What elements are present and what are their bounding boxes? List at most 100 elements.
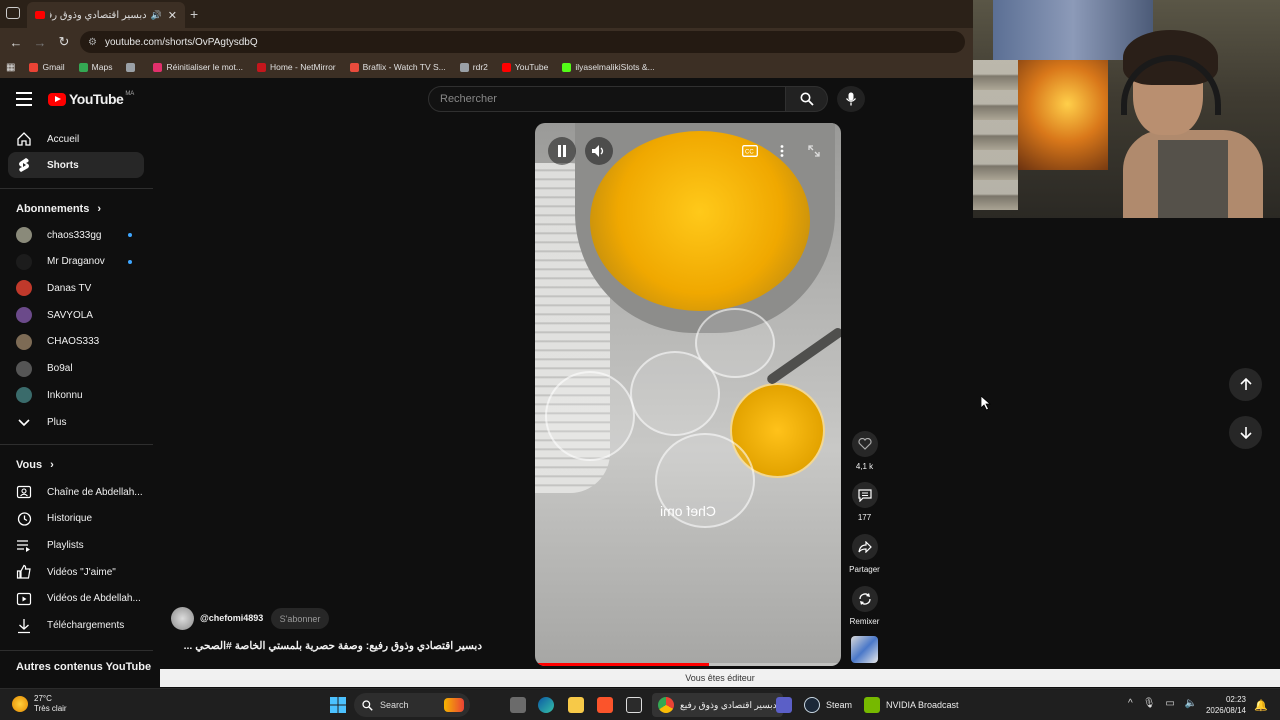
remix-button[interactable]	[851, 586, 878, 612]
reload-icon[interactable]: ↻	[52, 34, 76, 50]
sidebar-item-subscription[interactable]: Bo9al	[8, 356, 144, 382]
sidebar-item-subscription[interactable]: CHAOS333	[8, 329, 144, 355]
close-tab-icon[interactable]: ✕	[168, 9, 177, 22]
back-icon[interactable]: ←	[4, 35, 28, 50]
taskbar-app-label: دبسير اقتصادي وذوق رفيع	[680, 699, 777, 710]
previous-short-button[interactable]	[1229, 368, 1262, 401]
sidebar-item-subscription[interactable]: SAVYOLA	[8, 302, 144, 328]
taskbar-explorer[interactable]	[568, 693, 584, 717]
forward-icon[interactable]: →	[28, 35, 52, 50]
bookmark-item[interactable]: Réinitialiser le mot...	[153, 62, 243, 72]
comment-button[interactable]	[851, 482, 878, 508]
sidebar-item-subscription[interactable]: Danas TV	[8, 275, 144, 301]
fullscreen-button[interactable]	[800, 137, 828, 165]
subscribe-button[interactable]: S'abonner	[271, 608, 329, 629]
task-view-button[interactable]	[510, 693, 526, 717]
site-info-icon[interactable]: ⚙	[88, 37, 97, 48]
volume-button[interactable]	[585, 137, 613, 165]
you-heading[interactable]: Vous ›	[16, 459, 54, 471]
taskbar-clock[interactable]: 02:23 2026/08/14	[1206, 694, 1246, 716]
taskbar-app-nvidia[interactable]: NVIDIA Broadcast	[858, 693, 965, 717]
short-video-player[interactable]: Chef omi CC	[535, 123, 841, 666]
comment-action[interactable]: 177	[848, 482, 881, 522]
sidebar-item-subscription[interactable]: Mr Draganov	[8, 249, 144, 275]
sidebar-item-shorts[interactable]: Shorts	[8, 152, 144, 178]
search-button[interactable]	[786, 86, 828, 112]
captions-button[interactable]: CC	[736, 137, 764, 165]
channel-avatar	[16, 360, 32, 377]
weather-temp: 27°C	[34, 694, 52, 703]
sidebar-item-subscription[interactable]: Inkonnu	[8, 382, 144, 408]
tab-search-icon[interactable]	[6, 7, 20, 19]
taskbar-app-steam[interactable]: Steam	[798, 693, 858, 717]
sidebar-item-you[interactable]: Historique	[8, 506, 144, 532]
share-button[interactable]	[851, 534, 878, 560]
weather-widget[interactable]: 27°C Très clair	[12, 694, 67, 714]
bookmark-label: rdr2	[472, 62, 488, 72]
bookmark-item[interactable]: YouTube	[501, 62, 548, 72]
taskbar-teams[interactable]	[776, 693, 792, 717]
tab-title: دبسير اقتصادي وذوق رفيع	[50, 9, 147, 21]
bookmark-label: Réinitialiser le mot...	[166, 62, 243, 72]
sidebar-item-label: Chaîne de Abdellah...	[47, 486, 143, 498]
channel-avatar[interactable]	[171, 607, 194, 630]
logo-text: YouTube	[69, 91, 124, 107]
bookmark-item[interactable]: Maps	[78, 62, 112, 72]
new-tab-icon[interactable]: +	[190, 6, 198, 22]
share-action[interactable]: Partager	[848, 534, 881, 574]
shorts-icon	[16, 157, 32, 173]
like-button[interactable]	[851, 431, 878, 457]
menu-icon[interactable]	[16, 92, 32, 106]
channel-name[interactable]: @chefomi4893	[200, 613, 263, 623]
subscriptions-heading[interactable]: Abonnements ›	[16, 203, 101, 215]
your-videos-icon	[16, 591, 32, 607]
bookmark-favicon-icon	[78, 62, 88, 72]
start-button[interactable]	[330, 693, 346, 717]
sidebar-item-you[interactable]: Vidéos de Abdellah...	[8, 586, 144, 612]
bookmark-item[interactable]: Gmail	[29, 62, 65, 72]
network-icon[interactable]: ▭	[1165, 698, 1174, 709]
bookmark-item[interactable]: Home - NetMirror	[256, 62, 336, 72]
sidebar-item-you[interactable]: Chaîne de Abdellah...	[8, 479, 144, 505]
sidebar-item-label: Téléchargements	[47, 620, 125, 631]
audio-source-thumbnail[interactable]	[851, 636, 878, 663]
sidebar-item-you[interactable]: Playlists	[8, 532, 144, 558]
sidebar-item-you[interactable]: Vidéos "J'aime"	[8, 559, 144, 585]
browser-tab-active[interactable]: دبسير اقتصادي وذوق رفيع 🔊 ✕	[27, 2, 185, 28]
youtube-favicon-icon	[35, 11, 45, 19]
bookmark-item[interactable]: rdr2	[459, 62, 488, 72]
apps-grid-icon[interactable]: ▦	[6, 62, 15, 73]
short-title[interactable]: دبسير اقتصادي وذوق رفيع: وصفة حصرية بلمس…	[170, 640, 482, 652]
taskbar-app-chrome[interactable]: دبسير اقتصادي وذوق رفيع	[652, 693, 783, 717]
address-bar[interactable]: ⚙ youtube.com/shorts/OvPAgtysdbQ	[80, 31, 965, 53]
next-short-button[interactable]	[1229, 416, 1262, 449]
channel-avatar	[16, 280, 32, 297]
taskbar-brave[interactable]	[597, 693, 613, 717]
sidebar-item-more[interactable]: Plus	[8, 409, 144, 435]
sidebar-item-home[interactable]: Accueil	[8, 126, 144, 152]
sidebar-item-subscription[interactable]: chaos333gg	[8, 222, 144, 248]
more-options-button[interactable]	[768, 137, 796, 165]
volume-icon[interactable]: 🔈	[1185, 698, 1197, 709]
pause-button[interactable]	[548, 137, 576, 165]
search-input[interactable]: Rechercher	[428, 86, 786, 112]
arrow-up-icon	[1239, 378, 1252, 390]
remix-action[interactable]: Remixer	[848, 586, 881, 626]
mic-icon[interactable]: 🎙	[1143, 698, 1156, 709]
taskbar-store[interactable]	[626, 693, 642, 717]
youtube-logo[interactable]: YouTube MA	[48, 91, 134, 107]
taskbar-edge[interactable]	[538, 693, 554, 717]
bookmark-label: Gmail	[42, 62, 65, 72]
like-action[interactable]: 4,1 k	[848, 431, 881, 471]
new-content-dot	[128, 233, 132, 237]
bookmark-item[interactable]: Braflix - Watch TV S...	[349, 62, 446, 72]
store-icon	[626, 697, 642, 713]
voice-search-button[interactable]	[837, 86, 865, 112]
sidebar-item-label: SAVYOLA	[47, 309, 93, 321]
chevron-up-icon[interactable]: ^	[1128, 698, 1133, 709]
taskbar-search[interactable]: Search	[354, 693, 470, 717]
bookmark-item[interactable]: ilyaselmalikiSlots &...	[562, 62, 655, 72]
sidebar-item-you[interactable]: Téléchargements	[8, 613, 144, 639]
bookmark-item[interactable]	[126, 62, 139, 72]
notifications-button[interactable]: 🔔	[1254, 693, 1268, 717]
